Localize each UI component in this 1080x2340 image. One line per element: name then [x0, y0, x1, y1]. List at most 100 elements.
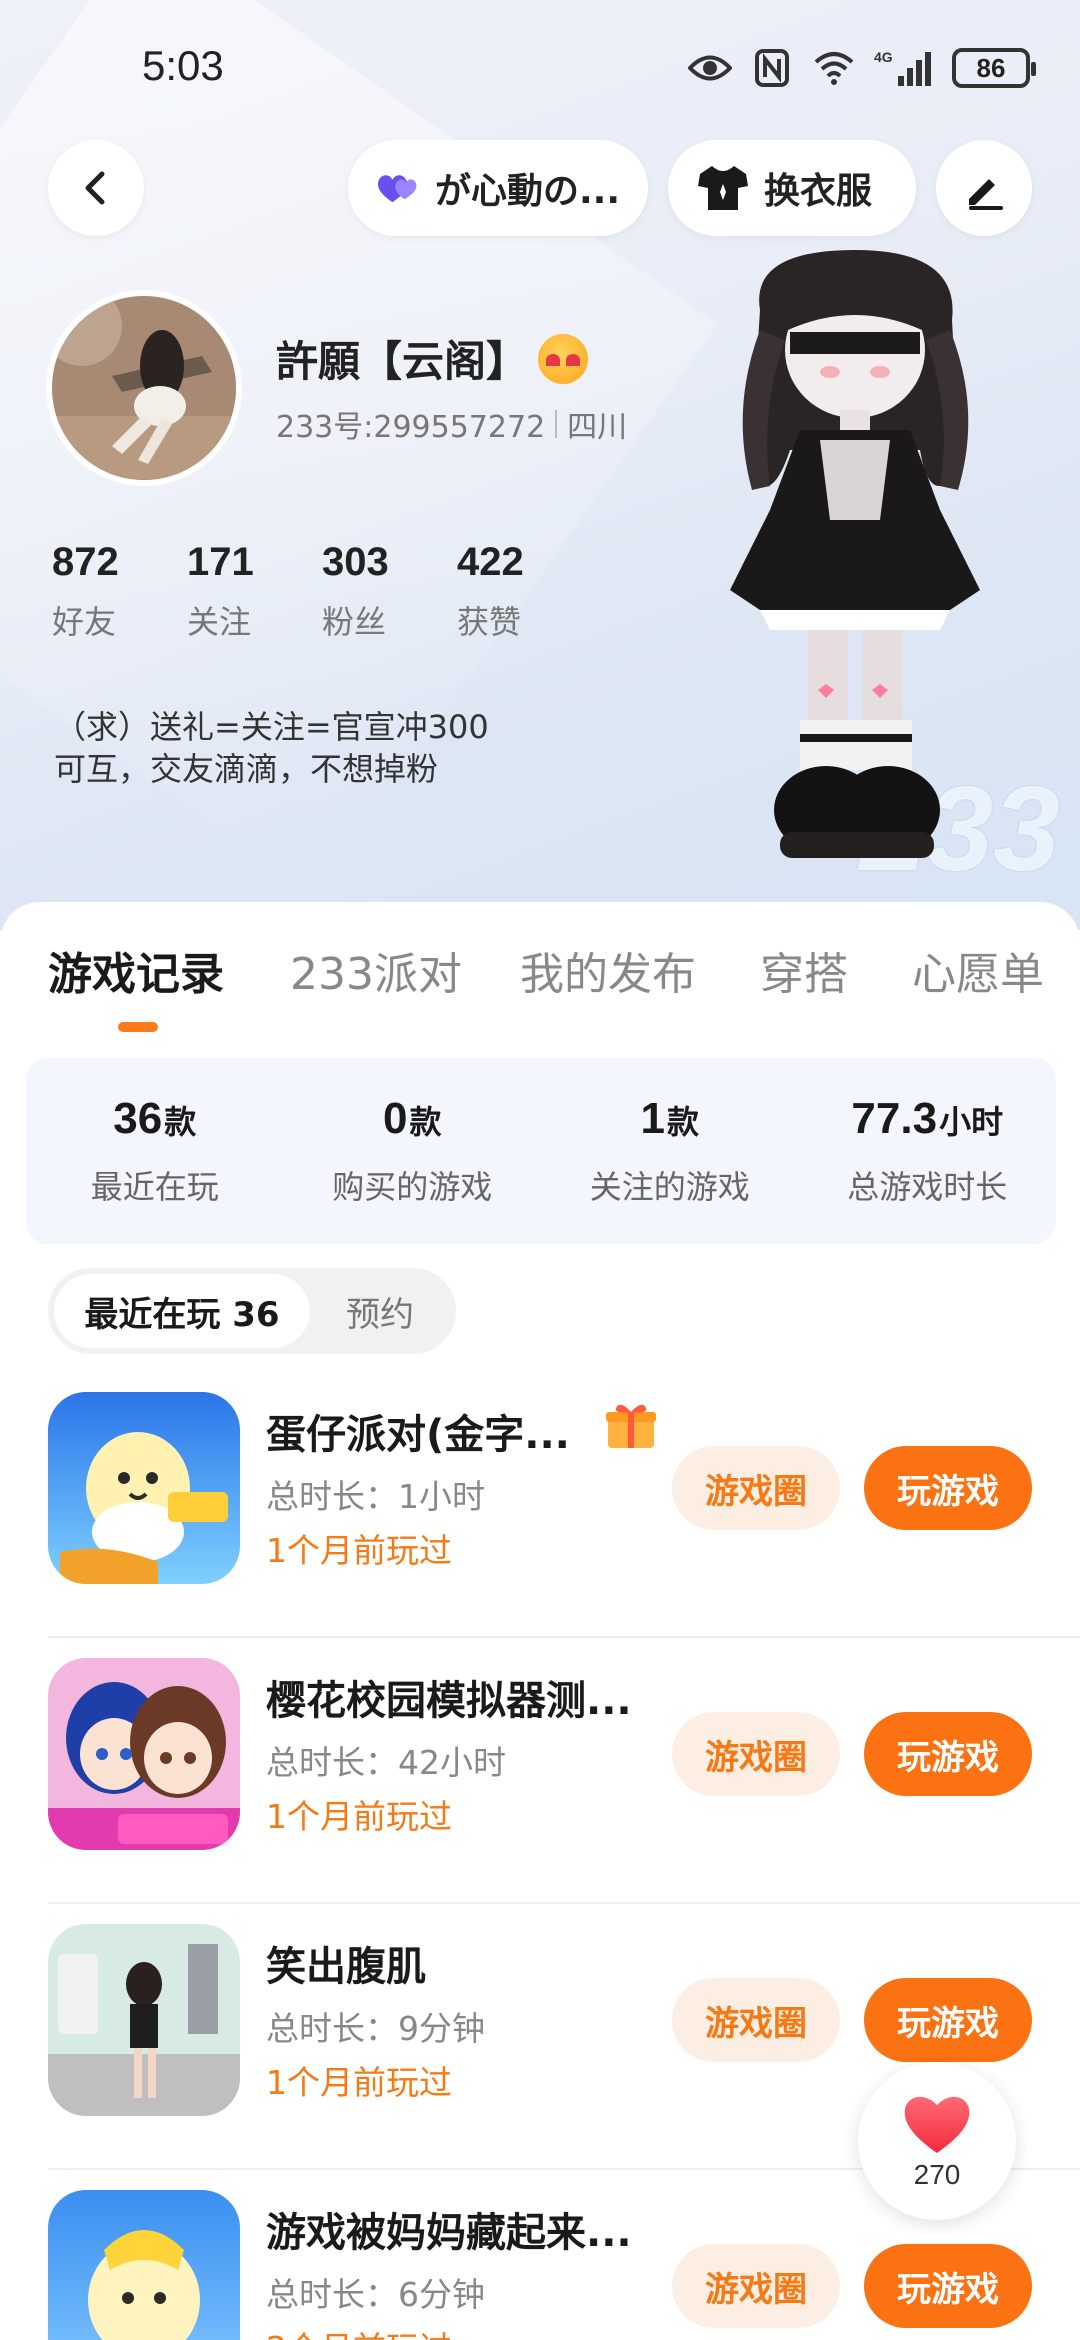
segment-recent[interactable]: 最近在玩 36 [54, 1274, 310, 1348]
summary-label: 购买的游戏 [332, 1168, 493, 1206]
game-circle-button[interactable]: 游戏圈 [672, 1712, 840, 1796]
stat-label: 获赞 [457, 603, 522, 641]
bio: （求）送礼=关注=官宣冲300 可互，交友滴滴，不想掉粉 [54, 706, 489, 790]
game-title: 樱花校园模拟器测... [266, 1678, 632, 1724]
segment-reserve[interactable]: 预约 [310, 1274, 450, 1348]
stat-number: 422 [457, 540, 524, 584]
game-duration: 总时长：1小时 [266, 1477, 485, 1516]
game-title: 笑出腹肌 [266, 1944, 426, 1990]
stat-fans[interactable]: 303 粉丝 [322, 540, 457, 643]
stat-following[interactable]: 171 关注 [187, 540, 322, 643]
double-heart-icon [377, 175, 417, 203]
divider [555, 410, 558, 438]
game-circle-button[interactable]: 游戏圈 [672, 1978, 840, 2062]
avatar[interactable] [46, 290, 242, 486]
tshirt-icon [698, 166, 748, 210]
blushing-face-icon [538, 333, 589, 384]
pencil-icon [969, 179, 1003, 210]
sakura-school-icon [48, 1658, 240, 1850]
like-count: 270 [913, 2159, 961, 2190]
edit-profile-button[interactable] [936, 140, 1032, 236]
summary-recent[interactable]: 36 款 最近在玩 [26, 1058, 284, 1244]
game-last-played: 1个月前玩过 [266, 2063, 452, 2102]
stat-label: 好友 [52, 603, 117, 641]
mood-button[interactable]: が心動の... [348, 140, 648, 236]
summary-number: 77.3 [851, 1094, 938, 1143]
summary-total-time[interactable]: 77.3 小时 总游戏时长 [799, 1058, 1057, 1244]
outfit-label: 换衣服 [764, 171, 873, 212]
user-id: 233号:299557272 [276, 410, 546, 445]
avatar-photo [52, 296, 236, 480]
bio-line: （求）送礼=关注=官宣冲300 [54, 708, 489, 746]
game-icon[interactable] [48, 2190, 240, 2340]
signal-icon: 4G [874, 48, 934, 88]
avatar-character[interactable] [690, 250, 1020, 870]
game-duration: 总时长：6分钟 [266, 2275, 485, 2314]
tab-indicator [118, 1022, 158, 1032]
play-game-button[interactable]: 玩游戏 [864, 1712, 1032, 1796]
summary-purchased[interactable]: 0款 购买的游戏 [284, 1058, 542, 1244]
change-outfit-button[interactable]: 换衣服 [668, 140, 916, 236]
game-last-played: 1个月前玩过 [266, 1797, 452, 1836]
play-game-button[interactable]: 玩游戏 [864, 2244, 1032, 2328]
segment-control: 最近在玩 36 预约 [48, 1268, 456, 1354]
game-last-played: 1个月前玩过 [266, 1531, 452, 1570]
mood-label: が心動の... [434, 171, 620, 212]
tab-game-records[interactable]: 游戏记录 [48, 938, 224, 1002]
battery-indicator: 86 [952, 48, 1036, 88]
summary-unit: 款 [164, 1103, 197, 1141]
eggy-party-icon [48, 1392, 240, 1584]
game-last-played: 2个月前玩过 [266, 2322, 452, 2340]
game-duration: 总时长：42小时 [266, 1743, 506, 1782]
tab-233-party[interactable]: 233派对 [290, 938, 462, 1002]
play-game-button[interactable]: 玩游戏 [864, 1978, 1032, 2062]
nfc-icon [750, 48, 794, 88]
gift-icon[interactable] [604, 1400, 658, 1450]
heart-icon [904, 2096, 970, 2153]
status-icons: 4G 86 [688, 46, 1036, 90]
username-row: 許願【云阁】 [276, 328, 589, 389]
tab-my-posts[interactable]: 我的发布 [520, 938, 696, 1002]
network-type: 4G [874, 49, 893, 65]
tab-outfits[interactable]: 穿搭 [760, 938, 848, 1002]
wifi-icon [812, 48, 856, 88]
game-circle-button[interactable]: 游戏圈 [672, 1446, 840, 1530]
summary-unit: 款 [666, 1103, 699, 1141]
summary-followed[interactable]: 1款 关注的游戏 [541, 1058, 799, 1244]
profile-header: 5:03 4G 86 が心動の... 换衣服 許願【云阁】 233号:29955… [0, 0, 1080, 930]
play-game-button[interactable]: 玩游戏 [864, 1446, 1032, 1530]
summary-unit: 小时 [939, 1103, 1004, 1141]
status-bar: 5:03 4G 86 [0, 0, 1080, 140]
stat-number: 171 [187, 540, 254, 584]
profile-stats: 872 好友 171 关注 303 粉丝 422 获赞 [52, 540, 592, 643]
stat-number: 872 [52, 540, 119, 584]
eye-icon [688, 48, 732, 88]
region: 四川 [567, 410, 628, 445]
summary-number: 0 [383, 1094, 408, 1143]
summary-unit: 款 [409, 1103, 442, 1141]
stat-friends[interactable]: 872 好友 [52, 540, 187, 643]
status-time: 5:03 [142, 42, 224, 89]
summary-number: 36 [113, 1094, 163, 1143]
game-icon[interactable] [48, 1658, 240, 1850]
game-row[interactable]: 樱花校园模拟器测... 总时长：42小时 1个月前玩过 游戏圈 玩游戏 [0, 1638, 1080, 1904]
stat-label: 粉丝 [322, 603, 387, 641]
game-title: 游戏被妈妈藏起来... [266, 2210, 632, 2256]
game-icon[interactable] [48, 1924, 240, 2116]
stat-likes[interactable]: 422 获赞 [457, 540, 592, 643]
game-summary: 36 款 最近在玩 0款 购买的游戏 1款 关注的游戏 77.3 小时 总游戏时长 [26, 1058, 1056, 1244]
back-button[interactable] [48, 140, 144, 236]
stat-label: 关注 [187, 603, 252, 641]
game-duration: 总时长：9分钟 [266, 2009, 485, 2048]
game-row[interactable]: 蛋仔派对(金字... 总时长：1小时 1个月前玩过 游戏圈 玩游戏 [0, 1372, 1080, 1638]
summary-label: 最近在玩 [90, 1168, 219, 1206]
summary-number: 1 [640, 1094, 665, 1143]
summary-label: 总游戏时长 [847, 1168, 1008, 1206]
like-button[interactable]: 270 [858, 2062, 1016, 2220]
uid-row: 233号:299557272 四川 [276, 402, 627, 446]
username: 許願【云阁】 [276, 337, 529, 386]
game-icon[interactable] [48, 1392, 240, 1584]
game-circle-button[interactable]: 游戏圈 [672, 2244, 840, 2328]
tab-wishlist[interactable]: 心愿单 [912, 938, 1044, 1002]
chevron-left-icon [85, 171, 105, 205]
